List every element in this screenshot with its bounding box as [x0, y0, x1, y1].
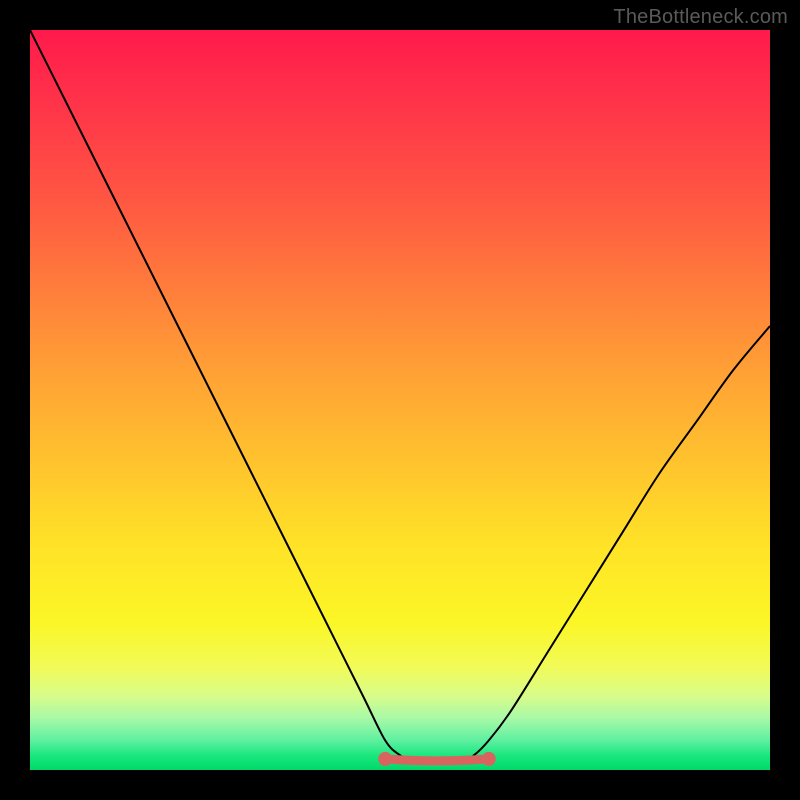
- flat-segment: [385, 759, 489, 761]
- flat-endpoint-right: [482, 752, 496, 766]
- plot-area: [30, 30, 770, 770]
- flat-endpoint-left: [378, 752, 392, 766]
- chart-frame: TheBottleneck.com: [0, 0, 800, 800]
- curve-line: [30, 30, 770, 763]
- bottleneck-curve: [30, 30, 770, 766]
- curve-layer: [30, 30, 770, 770]
- watermark-text: TheBottleneck.com: [613, 6, 788, 29]
